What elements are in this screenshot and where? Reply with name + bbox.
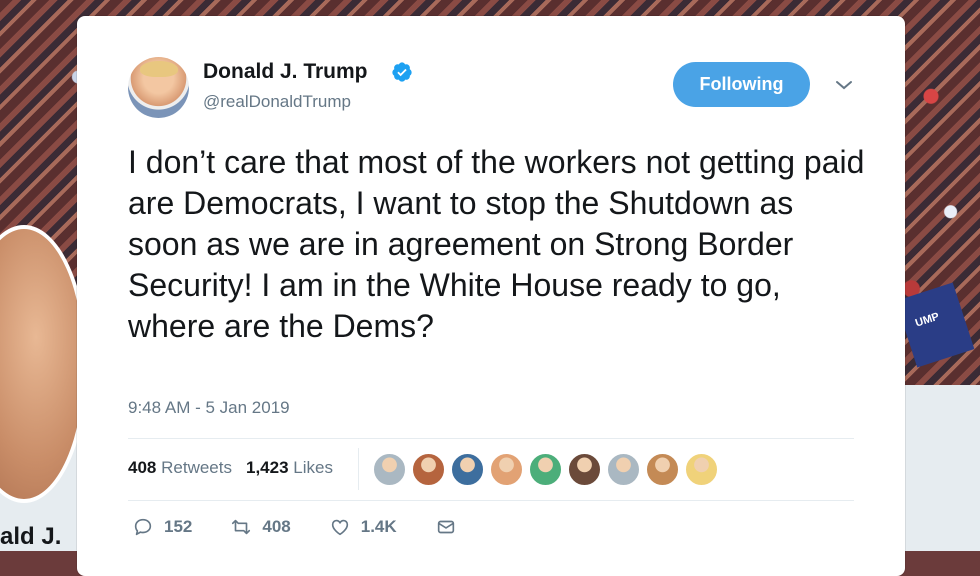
- liker-avatar[interactable]: [685, 453, 718, 486]
- retweets-label: Retweets: [161, 458, 232, 477]
- reply-count: 152: [164, 517, 193, 536]
- liker-avatar[interactable]: [529, 453, 562, 486]
- retweets-count: 408: [128, 458, 157, 477]
- reply-icon: [134, 518, 152, 536]
- following-button[interactable]: Following: [673, 62, 810, 107]
- like-action[interactable]: 1.4K: [329, 516, 397, 538]
- likes-label: Likes: [293, 458, 333, 477]
- action-bar: 152 408 1.4K: [132, 516, 495, 538]
- display-name[interactable]: Donald J. Trump: [203, 60, 368, 84]
- rally-sign-text: UMP: [913, 310, 941, 330]
- tweet-text: I don’t care that most of the workers no…: [128, 144, 865, 344]
- liker-avatar[interactable]: [490, 453, 523, 486]
- envelope-icon: [437, 520, 454, 534]
- retweets-stat[interactable]: 408 Retweets: [128, 458, 232, 478]
- tweet-timestamp[interactable]: 9:48 AM - 5 Jan 2019: [128, 398, 290, 418]
- message-action[interactable]: [435, 516, 457, 538]
- chevron-down-icon[interactable]: [835, 78, 853, 92]
- stats-separator: [358, 448, 359, 490]
- heart-icon: [331, 519, 348, 536]
- engagement-stats: 408 Retweets 1,423 Likes: [128, 458, 333, 478]
- retweet-count: 408: [262, 517, 291, 536]
- tweet-card: Donald J. Trump @realDonaldTrump Followi…: [77, 16, 905, 576]
- likes-count: 1,423: [245, 458, 289, 477]
- liker-avatar[interactable]: [646, 453, 679, 486]
- retweet-action[interactable]: 408: [230, 516, 291, 538]
- retweet-icon: [232, 519, 251, 535]
- divider-top: [128, 438, 854, 439]
- liker-avatar[interactable]: [607, 453, 640, 486]
- divider-bottom: [128, 500, 854, 501]
- liker-avatar[interactable]: [412, 453, 445, 486]
- liker-avatars: [373, 453, 718, 486]
- avatar[interactable]: [128, 57, 189, 118]
- verified-badge-icon: [392, 62, 412, 82]
- user-handle[interactable]: @realDonaldTrump: [203, 92, 351, 112]
- likes-stat[interactable]: 1,423 Likes: [246, 458, 333, 478]
- liker-avatar[interactable]: [373, 453, 406, 486]
- liker-avatar[interactable]: [451, 453, 484, 486]
- like-count: 1.4K: [360, 517, 397, 536]
- profile-name-fragment: ald J.: [0, 523, 62, 550]
- liker-avatar[interactable]: [568, 453, 601, 486]
- reply-action[interactable]: 152: [132, 516, 192, 538]
